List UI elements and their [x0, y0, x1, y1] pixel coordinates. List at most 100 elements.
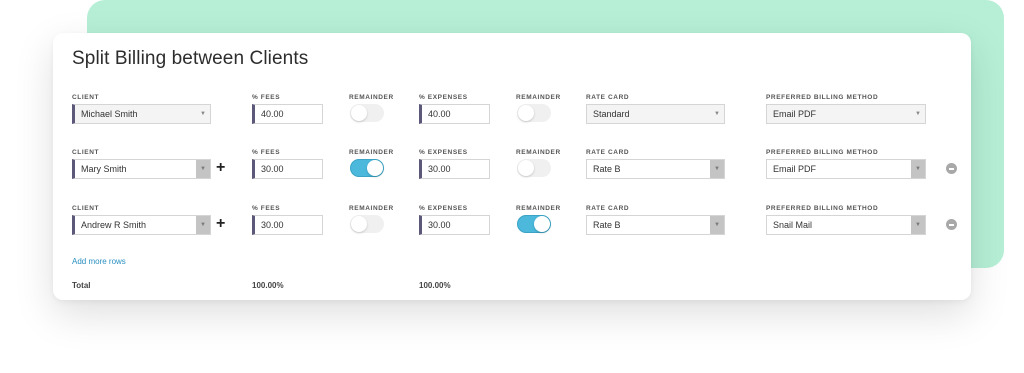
add-more-rows-link[interactable]: Add more rows: [72, 257, 126, 266]
chevron-down-icon: ▼: [714, 111, 720, 117]
client-label: CLIENT: [72, 149, 100, 156]
fees-input[interactable]: 30.00: [252, 159, 323, 179]
billing-method-select[interactable]: Email PDF ▼: [766, 159, 926, 179]
toggle-knob: [367, 160, 383, 176]
total-fees: 100.00%: [252, 281, 284, 290]
client-select[interactable]: Andrew R Smith ▼: [72, 215, 211, 235]
billing-method-select[interactable]: Snail Mail ▼: [766, 215, 926, 235]
minus-circle-icon[interactable]: [946, 163, 957, 174]
expenses-label: % EXPENSES: [419, 205, 468, 212]
fees-input[interactable]: 30.00: [252, 215, 323, 235]
billing-method-select[interactable]: Email PDF ▼: [766, 104, 926, 124]
billing-method-col: PREFERRED BILLING METHOD Email PDF ▼: [766, 148, 957, 179]
minus-circle-icon[interactable]: [946, 219, 957, 230]
toggle-knob: [534, 216, 550, 232]
billing-row-2: CLIENT Mary Smith ▼ + % FEES 30.00 REMAI…: [53, 148, 971, 188]
rate-card-col: RATE CARD Rate B ▼: [586, 204, 725, 235]
expenses-remainder-col: REMAINDER: [516, 204, 561, 233]
billing-row-3: CLIENT Andrew R Smith ▼ + % FEES 30.00 R…: [53, 204, 971, 244]
expenses-label: % EXPENSES: [419, 149, 468, 156]
fees-remainder-col: REMAINDER: [349, 148, 394, 177]
billing-row-1: CLIENT Michael Smith ▼ % FEES 40.00 REMA…: [53, 93, 971, 133]
fees-remainder-label: REMAINDER: [349, 205, 394, 212]
client-col: CLIENT Andrew R Smith ▼ +: [72, 204, 225, 235]
client-select[interactable]: Mary Smith ▼: [72, 159, 211, 179]
client-col: CLIENT Mary Smith ▼ +: [72, 148, 225, 179]
toggle-knob: [518, 160, 534, 176]
expenses-remainder-label: REMAINDER: [516, 94, 561, 101]
billing-method-label: PREFERRED BILLING METHOD: [766, 149, 879, 156]
client-value: Andrew R Smith: [81, 220, 147, 230]
client-select[interactable]: Michael Smith ▼: [72, 104, 211, 124]
client-value: Michael Smith: [81, 109, 138, 119]
fees-remainder-toggle[interactable]: [350, 215, 384, 233]
chevron-down-icon: ▼: [710, 160, 724, 178]
rate-card-label: RATE CARD: [586, 149, 630, 156]
rate-card-label: RATE CARD: [586, 205, 630, 212]
rate-card-select[interactable]: Rate B ▼: [586, 215, 725, 235]
fees-label: % FEES: [252, 149, 281, 156]
expenses-col: % EXPENSES 40.00: [419, 93, 490, 124]
expenses-value: 30.00: [428, 220, 451, 230]
toggle-knob: [351, 216, 367, 232]
fees-col: % FEES 30.00: [252, 148, 323, 179]
chevron-down-icon: ▼: [911, 216, 925, 234]
expenses-input[interactable]: 30.00: [419, 215, 490, 235]
rate-card-label: RATE CARD: [586, 94, 630, 101]
page-title: Split Billing between Clients: [72, 48, 309, 69]
total-expenses: 100.00%: [419, 281, 451, 290]
billing-method-value: Email PDF: [773, 164, 817, 174]
fees-remainder-label: REMAINDER: [349, 94, 394, 101]
rate-card-select[interactable]: Rate B ▼: [586, 159, 725, 179]
expenses-remainder-label: REMAINDER: [516, 149, 561, 156]
expenses-remainder-toggle[interactable]: [517, 215, 551, 233]
expenses-input[interactable]: 40.00: [419, 104, 490, 124]
billing-method-label: PREFERRED BILLING METHOD: [766, 94, 879, 101]
expenses-value: 30.00: [428, 164, 451, 174]
expenses-remainder-label: REMAINDER: [516, 205, 561, 212]
billing-method-col: PREFERRED BILLING METHOD Email PDF ▼: [766, 93, 926, 124]
fees-remainder-toggle[interactable]: [350, 159, 384, 177]
billing-method-col: PREFERRED BILLING METHOD Snail Mail ▼: [766, 204, 957, 235]
plus-icon[interactable]: +: [216, 158, 225, 178]
billing-method-value: Snail Mail: [773, 220, 813, 230]
expenses-input[interactable]: 30.00: [419, 159, 490, 179]
fees-remainder-col: REMAINDER: [349, 93, 394, 122]
expenses-remainder-col: REMAINDER: [516, 93, 561, 122]
rate-card-select[interactable]: Standard ▼: [586, 104, 725, 124]
fees-value: 40.00: [261, 109, 284, 119]
fees-col: % FEES 40.00: [252, 93, 323, 124]
fees-remainder-label: REMAINDER: [349, 149, 394, 156]
fees-value: 30.00: [261, 164, 284, 174]
billing-method-label: PREFERRED BILLING METHOD: [766, 205, 879, 212]
client-value: Mary Smith: [81, 164, 127, 174]
expenses-remainder-col: REMAINDER: [516, 148, 561, 177]
rate-card-col: RATE CARD Rate B ▼: [586, 148, 725, 179]
fees-value: 30.00: [261, 220, 284, 230]
toggle-knob: [518, 105, 534, 121]
chevron-down-icon: ▼: [200, 111, 206, 117]
billing-method-value: Email PDF: [773, 109, 817, 119]
chevron-down-icon: ▼: [710, 216, 724, 234]
client-label: CLIENT: [72, 94, 100, 101]
client-col: CLIENT Michael Smith ▼: [72, 93, 211, 124]
fees-remainder-toggle[interactable]: [350, 104, 384, 122]
fees-input[interactable]: 40.00: [252, 104, 323, 124]
fees-label: % FEES: [252, 205, 281, 212]
chevron-down-icon: ▼: [196, 160, 210, 178]
client-label: CLIENT: [72, 205, 100, 212]
expenses-remainder-toggle[interactable]: [517, 159, 551, 177]
split-billing-card: Split Billing between Clients CLIENT Mic…: [53, 33, 971, 300]
rate-card-value: Standard: [593, 109, 630, 119]
expenses-value: 40.00: [428, 109, 451, 119]
fees-col: % FEES 30.00: [252, 204, 323, 235]
expenses-remainder-toggle[interactable]: [517, 104, 551, 122]
expenses-col: % EXPENSES 30.00: [419, 204, 490, 235]
fees-remainder-col: REMAINDER: [349, 204, 394, 233]
rate-card-value: Rate B: [593, 164, 621, 174]
toggle-knob: [351, 105, 367, 121]
total-label: Total: [72, 281, 91, 290]
expenses-col: % EXPENSES 30.00: [419, 148, 490, 179]
chevron-down-icon: ▼: [911, 160, 925, 178]
plus-icon[interactable]: +: [216, 214, 225, 234]
